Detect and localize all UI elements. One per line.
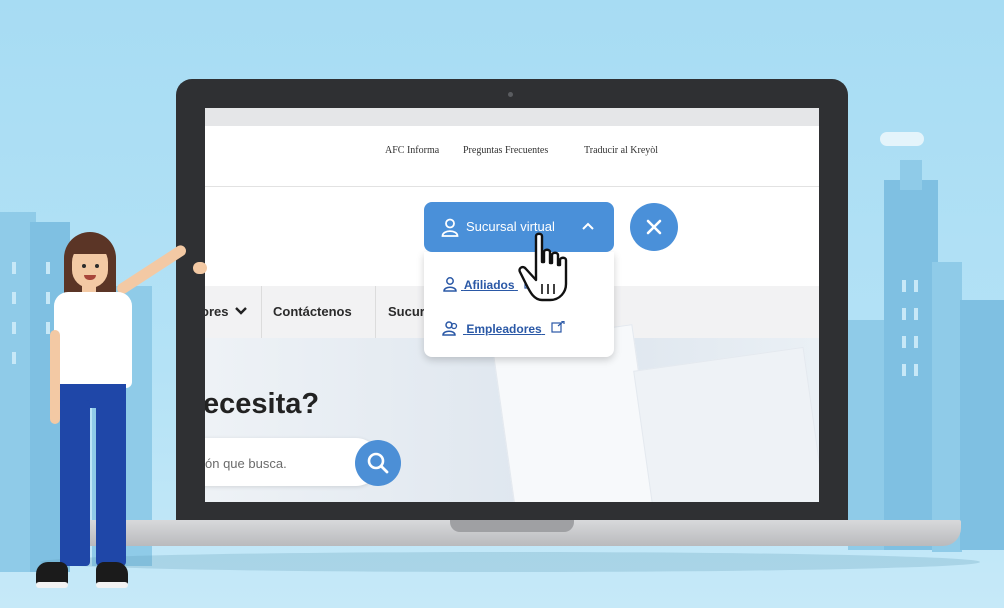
nav-item-contactenos[interactable]: Contáctenos	[273, 304, 352, 319]
hand-cursor-icon	[518, 232, 568, 302]
menu-item-afiliados-label: Afiliados	[463, 278, 515, 292]
camera-dot	[508, 92, 513, 97]
nav-divider	[375, 286, 376, 338]
link-traducir-kreyol[interactable]: Traducir al Kreyòl	[584, 145, 658, 156]
link-afc-informa[interactable]: AFC Informa	[385, 145, 439, 156]
nav-divider	[261, 286, 262, 338]
search-placeholder: ón que busca.	[205, 456, 287, 471]
user-icon	[441, 218, 459, 237]
menu-item-empleadores-label: Empleadores	[466, 322, 542, 336]
search-icon	[367, 452, 389, 474]
nav-item-partial[interactable]: ores	[205, 304, 247, 319]
laptop-shadow	[40, 552, 980, 572]
search-button[interactable]	[355, 440, 401, 486]
hero-document-graphic	[633, 346, 819, 502]
nav-item-sucursal[interactable]: Sucur	[388, 304, 425, 319]
laptop-notch	[450, 520, 574, 532]
close-button[interactable]	[630, 203, 678, 251]
utility-bar	[205, 126, 819, 187]
link-preguntas-frecuentes[interactable]: Preguntas Frecuentes	[463, 145, 548, 156]
chevron-up-icon	[582, 222, 594, 230]
external-link-icon	[551, 320, 565, 333]
close-icon	[646, 219, 662, 235]
browser-top-bar	[205, 108, 819, 126]
user-icon	[443, 277, 457, 292]
hero-title: ecesita?	[205, 388, 320, 420]
chevron-down-icon	[235, 307, 247, 315]
menu-item-empleadores[interactable]: Empleadores	[442, 320, 565, 336]
users-icon	[442, 321, 458, 336]
nav-item-partial-label: ores	[205, 304, 229, 319]
